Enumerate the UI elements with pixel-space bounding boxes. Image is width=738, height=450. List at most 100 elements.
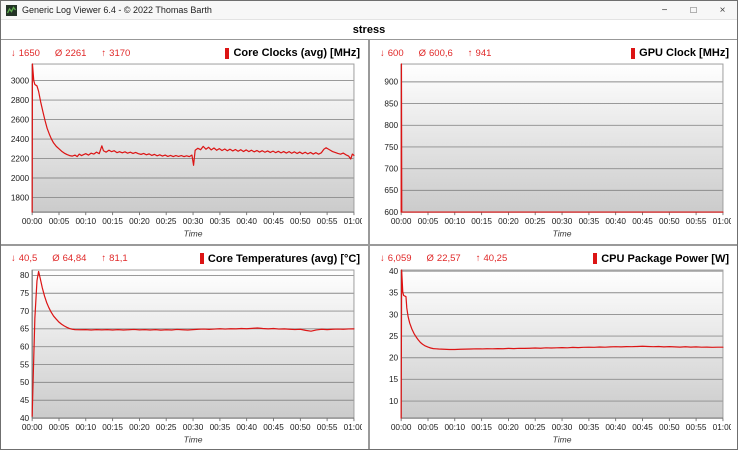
min-arrow-icon: ↓ [380,253,385,264]
chart-stats: ↓600 Ø600,6 ↑941 [380,48,491,59]
chart-plot-core-clocks[interactable]: 180020002200240026002800300000:0000:0500… [5,62,362,243]
chart-stats: ↓1650 Ø2261 ↑3170 [11,48,130,59]
svg-text:40: 40 [20,413,30,422]
svg-text:00:05: 00:05 [49,217,70,226]
svg-text:Time: Time [184,228,203,238]
svg-text:00:05: 00:05 [49,423,70,432]
svg-text:00:35: 00:35 [210,423,231,432]
min-value: 40,5 [19,253,38,264]
legend-color-marker-icon [225,48,229,59]
svg-text:00:15: 00:15 [471,423,492,432]
svg-text:00:50: 00:50 [659,217,680,226]
chart-title: GPU Clock [MHz] [631,47,729,59]
svg-text:Time: Time [553,434,572,444]
svg-text:00:40: 00:40 [605,423,626,432]
panel-header: ↓40,5 Ø64,84 ↑81,1 Core Temperatures (av… [1,246,368,266]
avg-icon: Ø [55,48,62,59]
svg-text:00:40: 00:40 [236,423,257,432]
max-arrow-icon: ↑ [101,48,106,59]
svg-text:650: 650 [384,186,398,195]
chart-plot-gpu-clock[interactable]: 60065070075080085090000:0000:0500:1000:1… [374,62,731,243]
log-name-label: stress [353,24,385,36]
min-arrow-icon: ↓ [11,253,16,264]
svg-text:00:55: 00:55 [317,423,338,432]
svg-text:850: 850 [384,99,398,108]
min-arrow-icon: ↓ [11,48,16,59]
svg-text:00:55: 00:55 [317,217,338,226]
log-tab-header[interactable]: stress [1,20,737,40]
svg-text:30: 30 [389,310,399,319]
svg-text:00:25: 00:25 [525,217,546,226]
legend-color-marker-icon [200,253,204,264]
svg-text:700: 700 [384,164,398,173]
panel-cpu-package-power: ↓6,059 Ø22,57 ↑40,25 CPU Package Power [… [370,246,737,450]
avg-icon: Ø [52,253,59,264]
svg-text:00:55: 00:55 [686,217,707,226]
min-value: 600 [388,48,404,59]
max-arrow-icon: ↑ [101,253,106,264]
avg-value: 2261 [65,48,86,59]
svg-text:00:10: 00:10 [444,423,465,432]
max-arrow-icon: ↑ [476,253,481,264]
legend-color-marker-icon [631,48,635,59]
min-arrow-icon: ↓ [380,48,385,59]
panel-header: ↓600 Ø600,6 ↑941 GPU Clock [MHz] [370,40,737,60]
svg-text:35: 35 [389,288,399,297]
svg-text:55: 55 [20,360,30,369]
panel-header: ↓6,059 Ø22,57 ↑40,25 CPU Package Power [… [370,246,737,266]
svg-text:2400: 2400 [11,135,30,144]
svg-text:900: 900 [384,78,398,87]
chart-title-text: GPU Clock [MHz] [639,47,729,59]
svg-text:00:30: 00:30 [552,423,573,432]
svg-text:00:25: 00:25 [156,423,177,432]
svg-text:2000: 2000 [11,174,30,183]
svg-text:2200: 2200 [11,154,30,163]
svg-text:01:00: 01:00 [713,423,731,432]
svg-text:45: 45 [20,396,30,405]
svg-text:40: 40 [389,268,399,276]
svg-text:00:45: 00:45 [632,217,653,226]
avg-value: 64,84 [63,253,87,264]
title-bar[interactable]: Generic Log Viewer 6.4 - © 2022 Thomas B… [1,1,737,20]
svg-text:00:05: 00:05 [418,423,439,432]
chart-plot-core-temperatures[interactable]: 40455055606570758000:0000:0500:1000:1500… [5,268,362,449]
legend-color-marker-icon [593,253,597,264]
svg-text:00:35: 00:35 [579,423,600,432]
svg-text:00:20: 00:20 [498,423,519,432]
svg-text:01:00: 01:00 [344,423,362,432]
max-arrow-icon: ↑ [468,48,473,59]
maximize-button[interactable]: □ [679,1,708,19]
window-title: Generic Log Viewer 6.4 - © 2022 Thomas B… [22,5,650,15]
svg-text:25: 25 [389,331,399,340]
max-value: 941 [476,48,492,59]
chart-title: Core Temperatures (avg) [°C] [200,253,360,265]
svg-text:Time: Time [553,228,572,238]
svg-text:1800: 1800 [11,193,30,202]
svg-text:00:25: 00:25 [525,423,546,432]
close-button[interactable]: × [708,1,737,19]
chart-plot-cpu-package-power[interactable]: 1015202530354000:0000:0500:1000:1500:200… [374,268,731,449]
svg-text:00:00: 00:00 [391,217,412,226]
max-value: 3170 [109,48,130,59]
svg-text:00:55: 00:55 [686,423,707,432]
svg-text:75: 75 [20,289,30,298]
svg-text:00:00: 00:00 [22,423,43,432]
svg-text:60: 60 [20,342,30,351]
svg-text:800: 800 [384,121,398,130]
svg-text:00:00: 00:00 [391,423,412,432]
chart-title: Core Clocks (avg) [MHz] [225,47,360,59]
chart-title-text: CPU Package Power [W] [601,253,729,265]
minimize-button[interactable]: − [650,1,679,19]
avg-icon: Ø [419,48,426,59]
svg-text:00:50: 00:50 [659,423,680,432]
svg-text:00:25: 00:25 [156,217,177,226]
svg-text:00:40: 00:40 [605,217,626,226]
window-controls: − □ × [650,1,737,19]
svg-text:00:50: 00:50 [290,423,311,432]
chart-title-text: Core Temperatures (avg) [°C] [208,253,360,265]
svg-text:00:10: 00:10 [75,217,96,226]
svg-text:00:15: 00:15 [471,217,492,226]
svg-text:3000: 3000 [11,76,30,85]
svg-text:00:45: 00:45 [263,217,284,226]
svg-text:01:00: 01:00 [344,217,362,226]
